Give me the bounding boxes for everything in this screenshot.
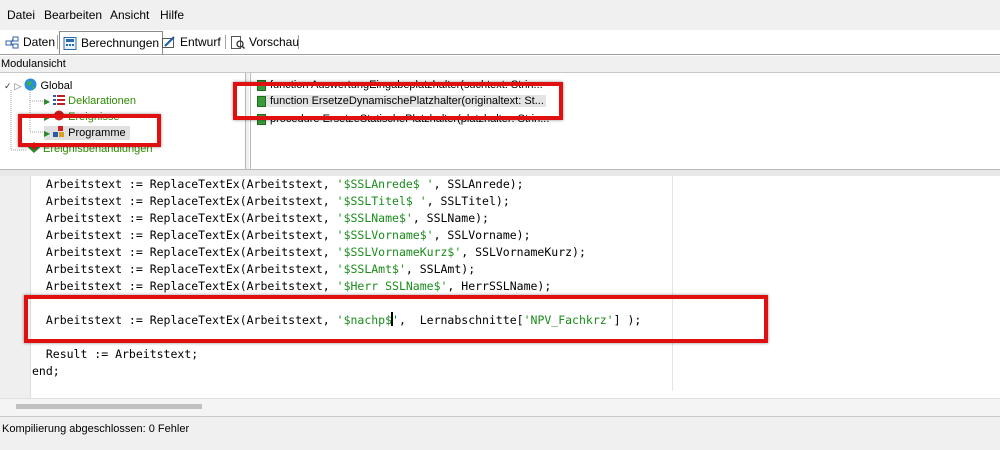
- right-margin-line: [672, 176, 673, 391]
- highlight-box: [233, 82, 563, 120]
- highlight-box: [24, 295, 768, 343]
- menu-datei[interactable]: Datei: [7, 8, 35, 22]
- tab-divider: [57, 35, 58, 49]
- tab-label: Berechnungen: [81, 36, 160, 50]
- menu-bearbeiten[interactable]: Bearbeiten: [44, 8, 102, 22]
- tree-item-label: Global: [40, 80, 73, 92]
- menu-hilfe[interactable]: Hilfe: [160, 8, 184, 22]
- tab-vorschau[interactable]: Vorschau: [228, 32, 302, 52]
- tree-item-global[interactable]: ✓ ▷ Global: [4, 78, 72, 94]
- code-line[interactable]: Result := Arbeitstext;: [32, 346, 198, 363]
- tab-berechnungen[interactable]: Berechnungen: [59, 31, 164, 54]
- module-view-title: Modulansicht: [1, 58, 66, 70]
- scrollbar-thumb[interactable]: [16, 404, 202, 409]
- menu-ansicht[interactable]: Ansicht: [110, 8, 149, 22]
- table-icon: [5, 36, 19, 49]
- chevron-down-icon[interactable]: ✓: [4, 81, 12, 92]
- tab-label: Daten: [23, 35, 56, 49]
- code-line[interactable]: Arbeitstext := ReplaceTextEx(Arbeitstext…: [32, 244, 586, 261]
- tree-item-deklarationen[interactable]: ▶ Deklarationen: [44, 94, 136, 108]
- tab-divider: [225, 35, 226, 49]
- tab-divider: [298, 35, 299, 49]
- tab-label: Vorschau: [249, 35, 300, 49]
- tab-daten[interactable]: Daten: [2, 32, 58, 52]
- editor-gutter: [0, 176, 31, 398]
- status-bar: Kompilierung abgeschlossen: 0 Fehler: [0, 416, 1000, 450]
- calculator-icon: [63, 36, 77, 50]
- play-icon: ▶: [44, 96, 51, 106]
- globe-icon: [24, 78, 37, 94]
- edit-form-icon: [162, 35, 176, 49]
- list-icon: [53, 94, 66, 108]
- module-view-header: Modulansicht: [0, 56, 1000, 73]
- tab-label: Entwurf: [180, 35, 221, 49]
- code-line[interactable]: Arbeitstext := ReplaceTextEx(Arbeitstext…: [32, 227, 531, 244]
- code-line[interactable]: Arbeitstext := ReplaceTextEx(Arbeitstext…: [32, 278, 551, 295]
- preview-icon: [231, 35, 246, 49]
- expand-triangle-icon: ▷: [14, 80, 22, 91]
- highlight-box: [18, 114, 161, 147]
- code-line[interactable]: Arbeitstext := ReplaceTextEx(Arbeitstext…: [32, 261, 475, 278]
- status-text: Kompilierung abgeschlossen: 0 Fehler: [2, 423, 190, 435]
- code-line[interactable]: Arbeitstext := ReplaceTextEx(Arbeitstext…: [32, 193, 510, 210]
- code-line[interactable]: end;: [32, 363, 60, 380]
- code-line[interactable]: Arbeitstext := ReplaceTextEx(Arbeitstext…: [32, 176, 524, 193]
- menu-bar: Datei Bearbeiten Ansicht Hilfe: [0, 0, 1000, 30]
- tree-item-label: Deklarationen: [68, 95, 137, 107]
- tab-entwurf[interactable]: Entwurf: [159, 32, 224, 52]
- tab-bar: Daten Berechnungen Entwurf Vorschau: [0, 30, 1000, 55]
- code-line[interactable]: Arbeitstext := ReplaceTextEx(Arbeitstext…: [32, 210, 489, 227]
